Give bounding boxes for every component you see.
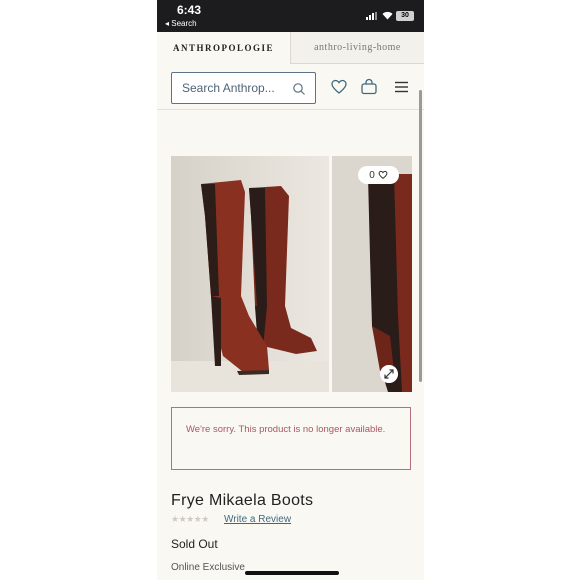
- product-title: Frye Mikaela Boots: [171, 492, 314, 509]
- heart-icon: [378, 170, 388, 179]
- boot-closeup-photo: [332, 156, 412, 392]
- stock-status: Sold Out: [171, 537, 218, 551]
- star-rating: ★★★★★: [171, 514, 209, 524]
- site-header: Search Anthrop...: [157, 64, 424, 110]
- search-placeholder: Search Anthrop...: [182, 81, 275, 95]
- page-scrollbar[interactable]: [419, 90, 422, 382]
- search-input[interactable]: Search Anthrop...: [171, 72, 316, 104]
- back-to-search-link[interactable]: ◂ Search: [165, 19, 197, 28]
- unavailable-notice: We're sorry. This product is no longer a…: [171, 407, 411, 470]
- heart-icon[interactable]: [330, 78, 348, 96]
- boots-photo: [171, 156, 329, 392]
- tab-anthro-living-home[interactable]: anthro-living-home: [290, 32, 424, 64]
- status-time: 6:43: [177, 3, 202, 17]
- product-image-main[interactable]: [171, 156, 329, 392]
- write-review-link[interactable]: Write a Review: [224, 514, 291, 525]
- like-button[interactable]: 0: [358, 166, 399, 184]
- home-indicator[interactable]: [245, 571, 339, 575]
- online-exclusive-badge: Online Exclusive: [171, 562, 245, 573]
- product-image-next[interactable]: [332, 156, 412, 392]
- like-count: 0: [369, 169, 375, 181]
- battery-icon: 30: [396, 11, 414, 21]
- brand-tabs: ANTHROPOLOGIE anthro-living-home: [157, 32, 424, 64]
- phone-screen: 6:43 ◂ Search 30 ANTHROPOLOGIE anthro-li…: [157, 0, 424, 580]
- tab-anthropologie[interactable]: ANTHROPOLOGIE: [157, 32, 290, 64]
- search-icon[interactable]: [292, 82, 306, 96]
- expand-icon[interactable]: [380, 365, 398, 383]
- shopping-bag-icon[interactable]: [360, 78, 378, 96]
- menu-icon[interactable]: [393, 78, 411, 96]
- signal-icon: [366, 12, 379, 20]
- status-bar: 6:43 ◂ Search 30: [157, 0, 424, 32]
- wifi-icon: [382, 11, 393, 20]
